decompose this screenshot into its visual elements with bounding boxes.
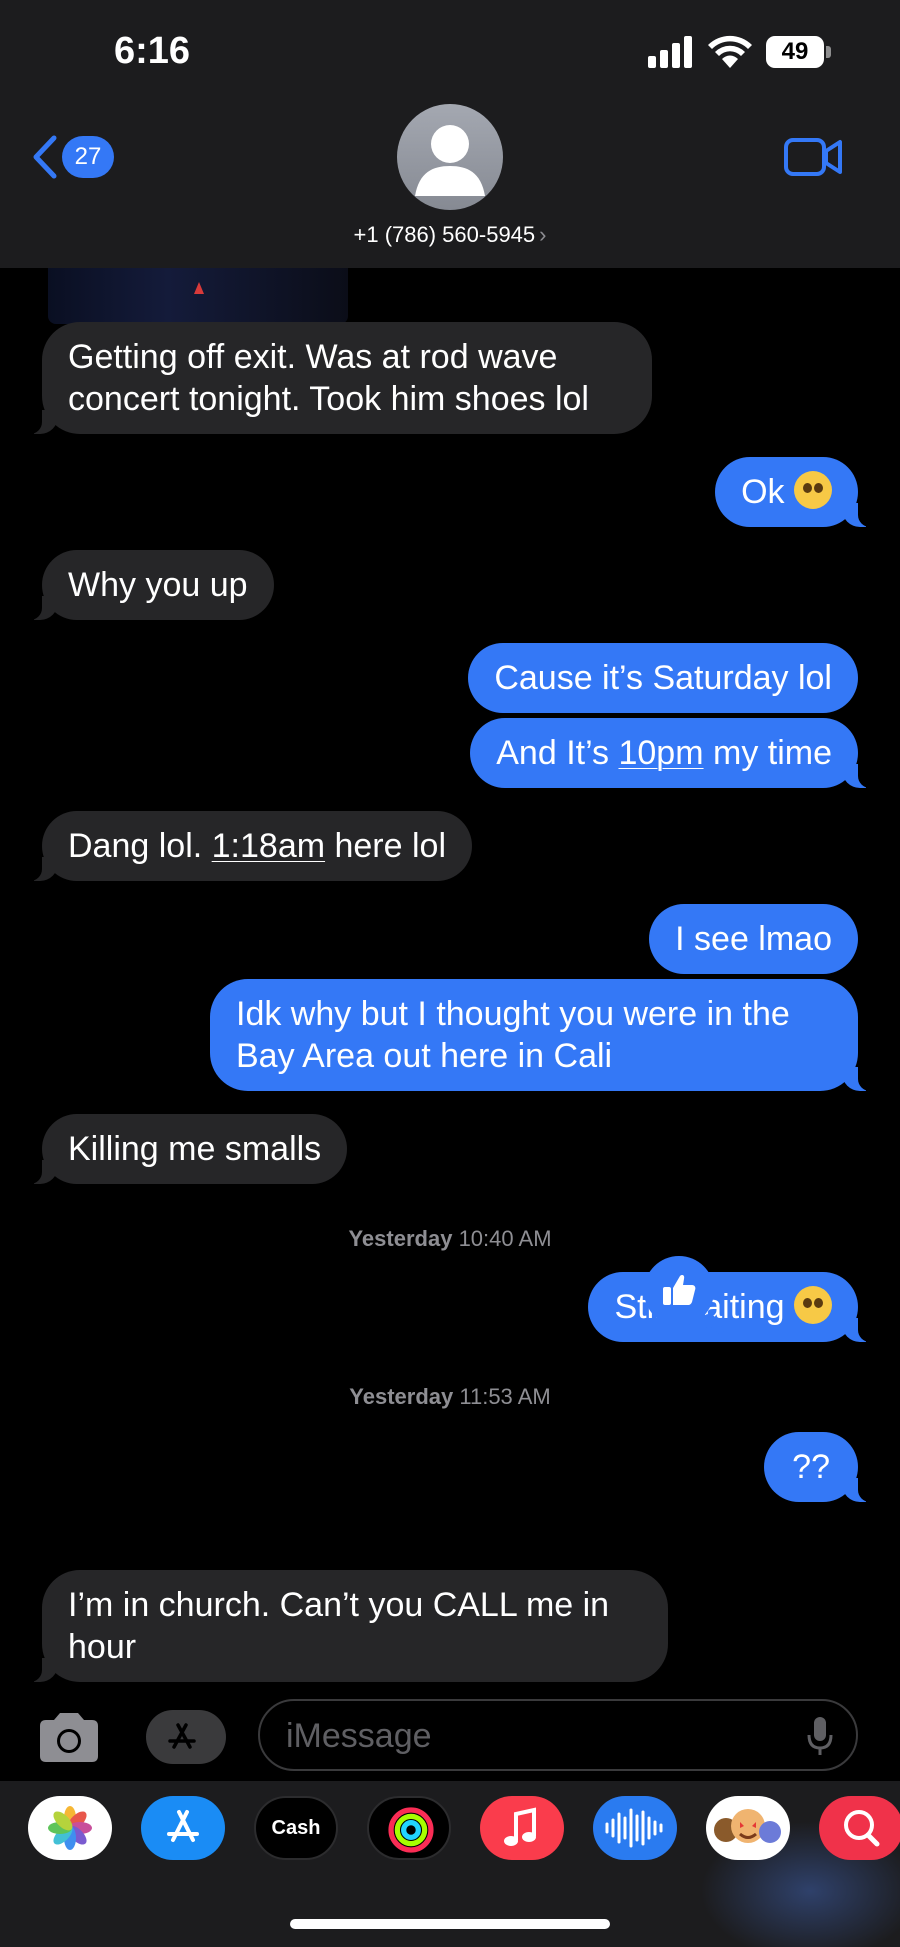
contact-name[interactable]: +1 (786) 560-5945 ›	[0, 222, 900, 248]
message-text: Ok	[741, 473, 785, 511]
thumbs-up-icon	[663, 1275, 696, 1305]
message-text: Getting off exit. Was at rod wave concer…	[68, 338, 589, 418]
timestamp-day: Yesterday	[349, 1384, 454, 1409]
audio-message-icon	[605, 1808, 663, 1848]
cellular-signal-icon	[648, 36, 692, 68]
message-text: Why you up	[68, 566, 248, 604]
image-search-app[interactable]	[819, 1796, 900, 1860]
message-text: Idk why but I thought you were in the Ba…	[236, 995, 790, 1075]
message-outgoing[interactable]: Ok	[715, 457, 872, 527]
message-text: here lol	[325, 827, 447, 865]
message-text: I’m in church. Can’t you CALL me in hour	[68, 1586, 610, 1666]
message-incoming[interactable]: Dang lol. 1:18am here lol	[27, 811, 473, 881]
time-link[interactable]: 10pm	[618, 734, 703, 772]
image-attachment[interactable]	[48, 268, 348, 324]
message-outgoing[interactable]: Cause it’s Saturday lol	[468, 643, 858, 713]
apple-cash-app[interactable]: Cash	[254, 1796, 338, 1860]
message-text: Killing me smalls	[68, 1130, 322, 1168]
home-indicator[interactable]	[290, 1919, 610, 1929]
message-outgoing[interactable]: I see lmao	[649, 904, 858, 974]
message-text: I see lmao	[675, 920, 832, 958]
unread-count-badge: 27	[62, 136, 114, 178]
message-incoming[interactable]: Getting off exit. Was at rod wave concer…	[28, 322, 652, 434]
message-outgoing[interactable]: ??	[764, 1432, 872, 1502]
app-store-icon	[168, 1723, 196, 1749]
message-outgoing[interactable]: And It’s 10pm my time	[470, 718, 872, 788]
message-text: And It’s	[496, 734, 619, 772]
photos-app[interactable]	[28, 1796, 112, 1860]
image-search-icon	[844, 1810, 880, 1847]
memoji-icon	[714, 1809, 781, 1843]
message-input-placeholder: iMessage	[286, 1717, 432, 1755]
memoji-app[interactable]	[706, 1796, 790, 1860]
microphone-icon[interactable]	[806, 1715, 834, 1757]
photos-icon	[48, 1806, 92, 1850]
timestamp-time: 11:53 AM	[459, 1384, 551, 1409]
status-bar: 6:16 49	[0, 0, 900, 100]
contact-number: +1 (786) 560-5945	[353, 222, 536, 247]
timestamp: Yesterday 11:53 AM	[0, 1384, 900, 1410]
message-incoming[interactable]: Killing me smalls	[27, 1114, 348, 1184]
holding-back-tears-emoji-icon	[794, 1286, 832, 1324]
app-store-icon	[167, 1810, 199, 1842]
music-app[interactable]	[480, 1796, 564, 1860]
status-time: 6:16	[114, 30, 191, 72]
app-store-app[interactable]	[141, 1796, 225, 1860]
message-text: ??	[792, 1448, 830, 1486]
message-input[interactable]: iMessage	[258, 1699, 858, 1771]
contact-avatar[interactable]	[397, 104, 503, 210]
camera-icon[interactable]	[36, 1710, 102, 1764]
message-text: my time	[703, 734, 832, 772]
app-store-button[interactable]	[146, 1710, 226, 1764]
person-icon	[415, 125, 485, 196]
activity-app[interactable]	[367, 1796, 451, 1860]
apple-cash-icon: Cash	[271, 1817, 321, 1839]
timestamp-day: Yesterday	[348, 1226, 453, 1251]
time-link[interactable]: 1:18am	[212, 827, 325, 865]
wifi-icon	[708, 35, 752, 68]
message-outgoing[interactable]: Idk why but I thought you were in the Ba…	[210, 979, 872, 1091]
message-text: Cause it’s Saturday lol	[494, 659, 832, 697]
message-incoming[interactable]: Why you up	[28, 550, 274, 620]
music-icon	[504, 1807, 536, 1846]
timestamp-time: 10:40 AM	[458, 1226, 552, 1251]
chevron-left-icon	[33, 135, 57, 179]
audio-message-app[interactable]	[593, 1796, 677, 1860]
pleading-face-emoji-icon	[794, 471, 832, 509]
battery-level: 49	[766, 36, 824, 68]
message-incoming[interactable]: I’m in church. Can’t you CALL me in hour	[28, 1570, 668, 1682]
message-text: Dang lol.	[68, 827, 212, 865]
facetime-video-icon[interactable]	[784, 136, 842, 178]
activity-icon	[388, 1807, 434, 1853]
chevron-right-icon: ›	[539, 222, 547, 247]
timestamp: Yesterday 10:40 AM	[0, 1226, 900, 1252]
back-button[interactable]: 27	[30, 132, 120, 182]
battery-icon: 49	[766, 36, 832, 68]
